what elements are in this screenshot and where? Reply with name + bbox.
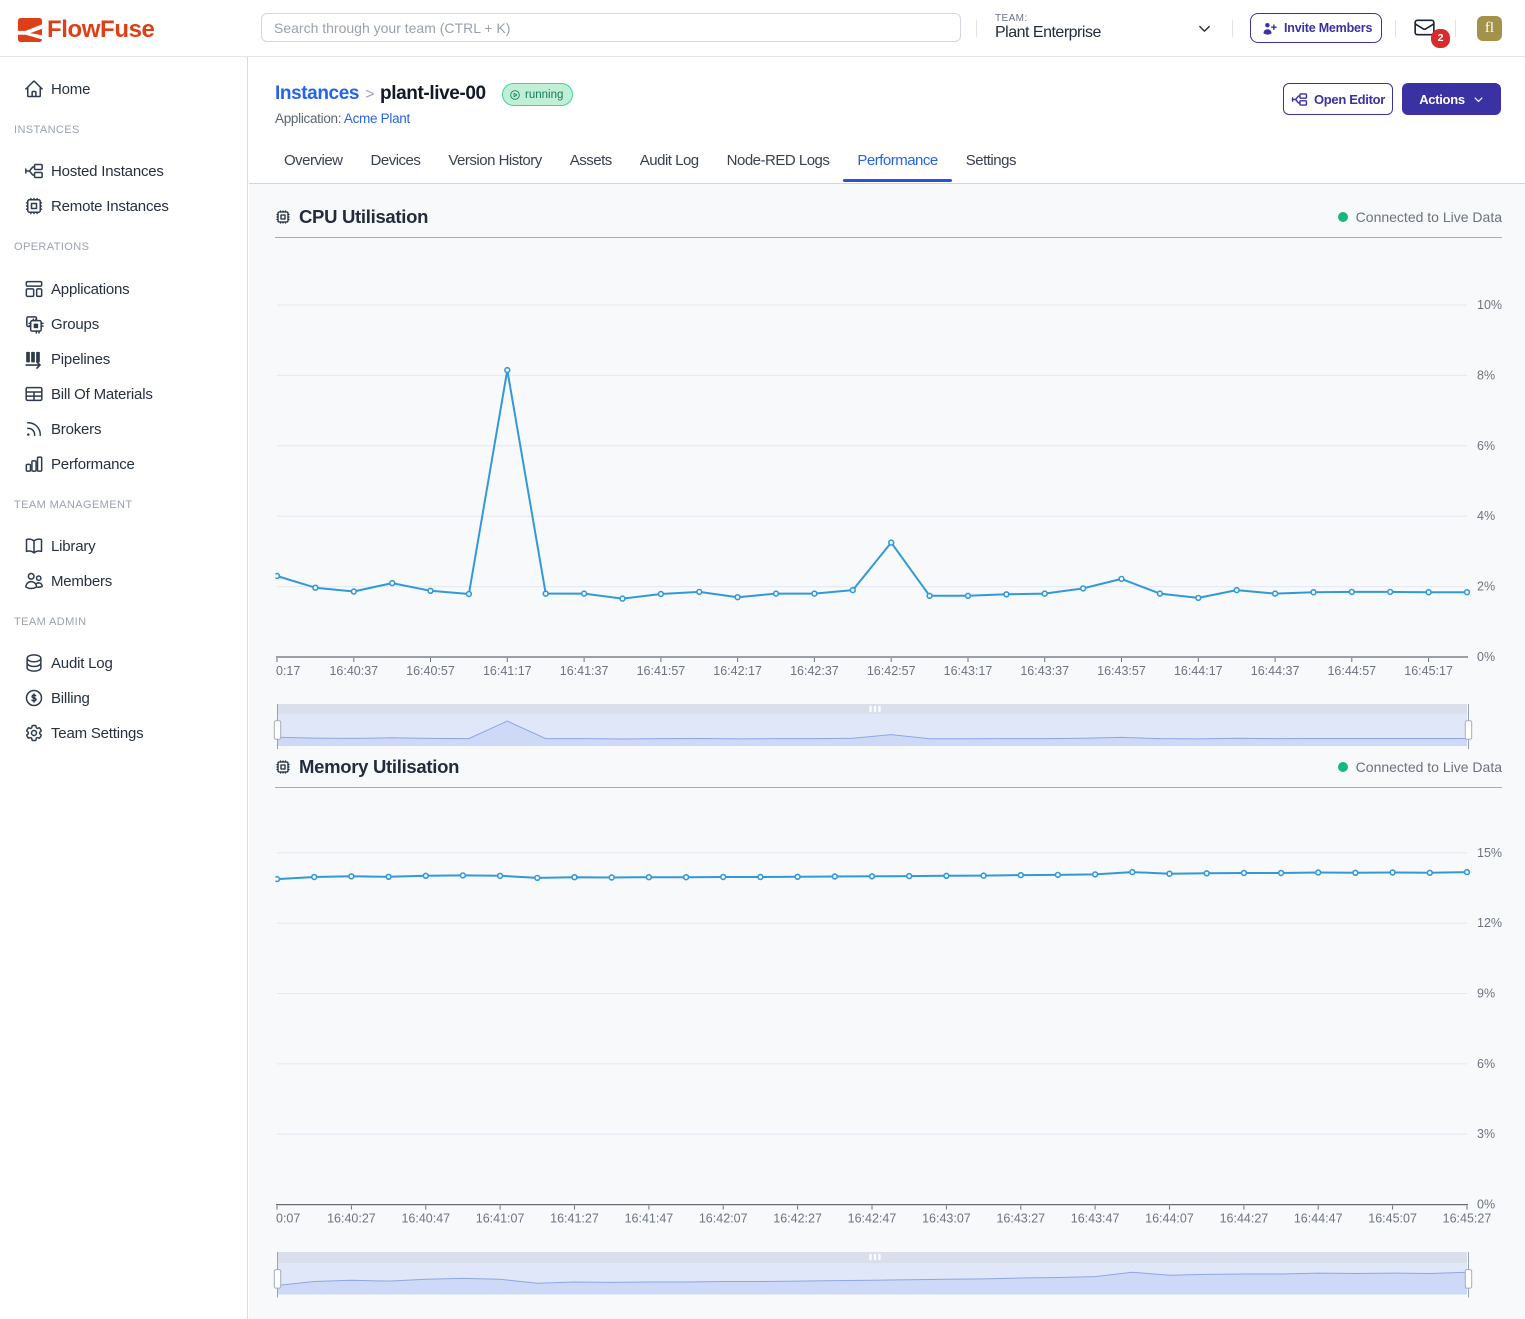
svg-text:9%: 9% — [1477, 987, 1495, 1001]
svg-text:15%: 15% — [1477, 846, 1502, 860]
svg-text:16:41:37: 16:41:37 — [560, 664, 609, 678]
svg-text:16:44:47: 16:44:47 — [1294, 1212, 1343, 1226]
svg-text:16:43:27: 16:43:27 — [996, 1212, 1045, 1226]
svg-text:16:44:17: 16:44:17 — [1174, 664, 1223, 678]
svg-text:16:40:57: 16:40:57 — [406, 664, 455, 678]
svg-text:16:44:37: 16:44:37 — [1251, 664, 1300, 678]
svg-text:16:44:57: 16:44:57 — [1327, 664, 1376, 678]
svg-text:16:43:57: 16:43:57 — [1097, 664, 1146, 678]
svg-text:16:43:37: 16:43:37 — [1020, 664, 1069, 678]
svg-text:0%: 0% — [1477, 1198, 1495, 1212]
svg-text:6%: 6% — [1477, 1057, 1495, 1071]
svg-text:6%: 6% — [1477, 439, 1495, 453]
svg-text:16:41:17: 16:41:17 — [483, 664, 532, 678]
svg-text:16:43:17: 16:43:17 — [944, 664, 993, 678]
svg-text:16:42:27: 16:42:27 — [773, 1212, 822, 1226]
svg-text:16:43:07: 16:43:07 — [922, 1212, 971, 1226]
svg-text:16:42:47: 16:42:47 — [848, 1212, 897, 1226]
svg-text:12%: 12% — [1477, 916, 1502, 930]
svg-text:16:42:07: 16:42:07 — [699, 1212, 748, 1226]
svg-text:0:17: 0:17 — [276, 664, 300, 678]
svg-text:16:45:27: 16:45:27 — [1443, 1212, 1492, 1226]
svg-text:8%: 8% — [1477, 368, 1495, 382]
svg-text:10%: 10% — [1477, 298, 1502, 312]
svg-text:3%: 3% — [1477, 1127, 1495, 1141]
svg-text:16:45:07: 16:45:07 — [1368, 1212, 1417, 1226]
svg-text:0%: 0% — [1477, 650, 1495, 664]
svg-text:16:42:57: 16:42:57 — [867, 664, 916, 678]
svg-text:16:41:57: 16:41:57 — [637, 664, 686, 678]
svg-text:0:07: 0:07 — [276, 1212, 300, 1226]
svg-text:16:43:47: 16:43:47 — [1071, 1212, 1120, 1226]
svg-text:16:44:27: 16:44:27 — [1220, 1212, 1269, 1226]
svg-text:16:41:07: 16:41:07 — [476, 1212, 525, 1226]
svg-text:16:42:37: 16:42:37 — [790, 664, 839, 678]
svg-text:2%: 2% — [1477, 580, 1495, 594]
svg-text:16:44:07: 16:44:07 — [1145, 1212, 1194, 1226]
svg-text:16:40:27: 16:40:27 — [327, 1212, 376, 1226]
svg-text:16:41:27: 16:41:27 — [550, 1212, 599, 1226]
svg-text:16:41:47: 16:41:47 — [625, 1212, 674, 1226]
svg-text:16:40:47: 16:40:47 — [401, 1212, 450, 1226]
svg-text:16:42:17: 16:42:17 — [713, 664, 762, 678]
svg-text:16:45:17: 16:45:17 — [1404, 664, 1453, 678]
svg-text:4%: 4% — [1477, 509, 1495, 523]
svg-text:16:40:37: 16:40:37 — [329, 664, 378, 678]
